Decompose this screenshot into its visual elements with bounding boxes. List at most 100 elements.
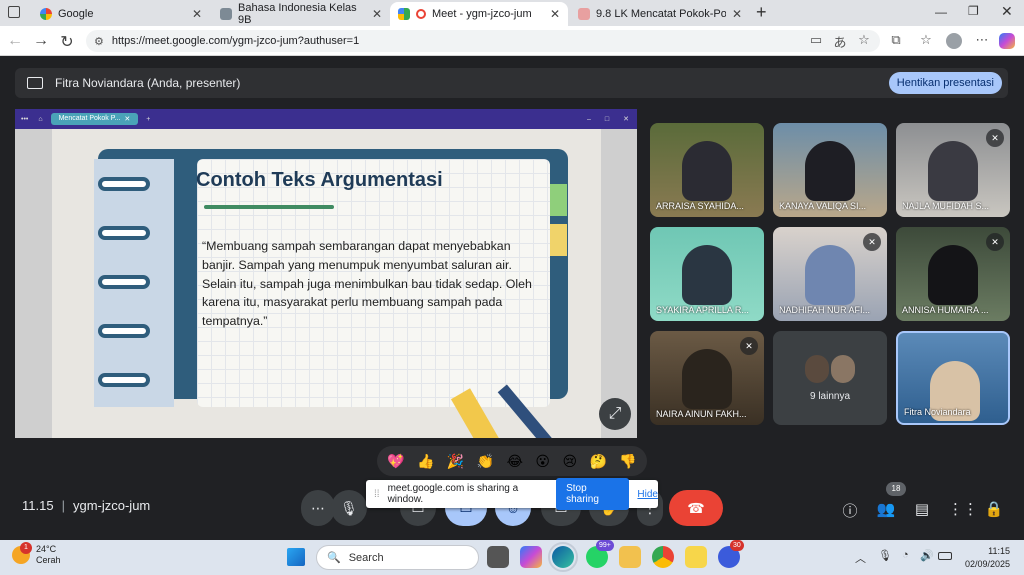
reaction-laugh-icon[interactable]: 😂 [507,453,523,470]
participant-video [682,245,732,305]
url-field[interactable]: ⚙ https://meet.google.com/ygm-jzco-jum?a… [86,30,880,52]
participant-tile[interactable]: KANAYA VALIQA SI... [773,123,887,217]
participant-tile[interactable]: ✕ ANNISA HUMAIRA ... [896,227,1010,321]
close-icon[interactable]: ✕ [192,7,202,21]
sticky-tab-green [550,184,567,216]
sticky-tab-yellow [550,224,567,256]
participant-name: KANAYA VALIQA SI... [779,201,867,211]
participant-tile[interactable]: ✕ NAJLA MUFIDAH S... [896,123,1010,217]
restore-icon[interactable]: ❐ [968,4,979,18]
back-icon[interactable]: ← [6,32,24,50]
copilot-icon[interactable] [520,546,542,568]
ring-graphic [98,226,150,240]
tab-google[interactable]: Google ✕ [32,2,210,26]
tab-bahasa-indonesia[interactable]: Bahasa Indonesia Kelas 9B ✕ [212,2,390,26]
new-tab-button[interactable]: + [756,2,767,23]
participant-tile[interactable]: ✕ NAIRA AINUN FAKH... [650,331,764,425]
reaction-party-icon[interactable]: 🎉 [447,453,464,470]
weather-desc: Cerah [36,555,61,565]
restore-icon: □ [604,115,610,123]
activities-icon[interactable]: ⋮⋮ [948,500,978,518]
reaction-thumbs-up-icon[interactable]: 👍 [417,453,434,470]
ring-graphic [98,177,150,191]
search-input[interactable]: 🔍 Search [316,545,479,570]
wifi-icon[interactable]: ◔ [902,549,909,561]
fullscreen-button[interactable]: ⤢ [599,398,631,430]
chevron-up-icon[interactable]: ︿ [855,550,866,566]
reload-icon[interactable]: ↻ [58,32,76,52]
favorite-icon[interactable]: ☆ [856,32,872,48]
clock-date: 02/09/2025 [964,559,1010,569]
reaction-thinking-icon[interactable]: 🤔 [589,453,606,470]
self-tile[interactable]: Fitra Noviandara [896,331,1010,425]
weather-sun-icon: 1 [12,542,32,564]
reactions-bar: 💖 👍 🎉 👏 😂 😮 😢 🤔 👎 [377,446,647,476]
microphone-button[interactable]: 🎙 [331,490,367,526]
meeting-code: ygm-jzco-jum [72,498,151,513]
close-icon[interactable]: ✕ [372,7,382,21]
avatar [805,355,829,383]
reaction-thumbs-down-icon[interactable]: 👎 [619,453,636,470]
tab-actions-icon[interactable] [8,6,20,18]
site-info-icon[interactable]: ⚙ [94,35,104,48]
avatar[interactable] [946,33,962,49]
collections-icon[interactable]: ☆ [918,32,934,48]
tab-lk-mencatat[interactable]: 9.8 LK Mencatat Pokok-Pokok Isi ✕ [570,2,750,26]
tab-label: Meet - ygm-jzco-jum [432,8,532,20]
clock-time: 11:15 [988,546,1010,556]
camera-icon[interactable]: ▭ [808,32,824,48]
translate-icon[interactable]: あ [832,32,848,51]
sticky-notes-icon[interactable] [685,546,707,568]
more-options-button[interactable]: ⋯ [301,490,335,526]
participant-name: ARRAISA SYAHIDA... [656,201,744,211]
participant-name: SYAKIRA APRILLA R... [656,305,749,315]
participant-name: ANNISA HUMAIRA ... [902,305,989,315]
battery-icon[interactable] [938,552,952,560]
extensions-icon[interactable]: ⧉ [888,32,904,48]
app-icon[interactable]: 30 [718,540,744,568]
close-icon[interactable]: ✕ [550,7,560,21]
chrome-icon[interactable] [652,546,674,568]
participant-tile[interactable]: ARRAISA SYAHIDA... [650,123,764,217]
task-view-icon[interactable] [487,546,509,568]
browser-tab-bar: Google ✕ Bahasa Indonesia Kelas 9B ✕ Mee… [0,0,1024,26]
info-icon[interactable]: ⓘ [840,500,860,521]
copilot-icon[interactable] [999,33,1015,49]
recording-icon [416,9,426,19]
others-tile[interactable]: 9 lainnya [773,331,887,425]
host-controls-icon[interactable]: 🔒 [984,500,1004,518]
tab-label: Google [58,8,94,20]
file-explorer-icon[interactable] [619,546,641,568]
tab-meet[interactable]: Meet - ygm-jzco-jum ✕ [390,2,568,26]
microphone-icon[interactable]: 🎙 [878,549,892,562]
volume-icon[interactable]: 🔊 [920,549,934,562]
stop-presenting-button[interactable]: Hentikan presentasi [888,72,1002,94]
reaction-surprised-icon[interactable]: 😮 [535,453,550,470]
meeting-separator: | [61,498,65,513]
stop-sharing-button[interactable]: Stop sharing [556,478,630,510]
menu-icon[interactable]: ⋯ [974,32,990,48]
clock[interactable]: 11:15 02/09/2025 [965,545,1010,571]
weather-widget[interactable]: 1 24°C Cerah [12,542,61,566]
minimize-icon[interactable]: — [935,5,947,19]
edge-icon[interactable] [548,542,578,572]
reaction-heart-icon[interactable]: 💖 [387,453,404,470]
window-close-icon[interactable]: ✕ [1001,3,1013,20]
chat-icon[interactable]: ▤ [912,500,932,518]
reaction-clap-icon[interactable]: 👏 [477,453,494,470]
participant-tile[interactable]: SYAKIRA APRILLA R... [650,227,764,321]
whatsapp-icon[interactable]: 99+ [586,540,614,568]
forward-icon[interactable]: → [32,32,50,50]
participant-name: Fitra Noviandara [904,407,971,417]
participant-tile[interactable]: ✕ NADHIFAH NUR AFI... [773,227,887,321]
hide-link[interactable]: Hide [637,489,658,500]
participant-video [928,245,978,305]
leave-call-button[interactable]: ☎ [669,490,723,526]
shared-window: ••• ⌂ Mencatat Pokok P... ✕ + – □ ✕ Cont… [15,109,637,438]
drag-handle-icon[interactable]: ⁞⁞ [374,489,380,500]
close-icon[interactable]: ✕ [732,7,742,21]
url-text: https://meet.google.com/ygm-jzco-jum?aut… [111,35,360,47]
start-icon[interactable] [287,548,305,566]
people-icon[interactable]: 👥 [876,500,896,518]
reaction-sad-icon[interactable]: 😢 [562,453,577,470]
